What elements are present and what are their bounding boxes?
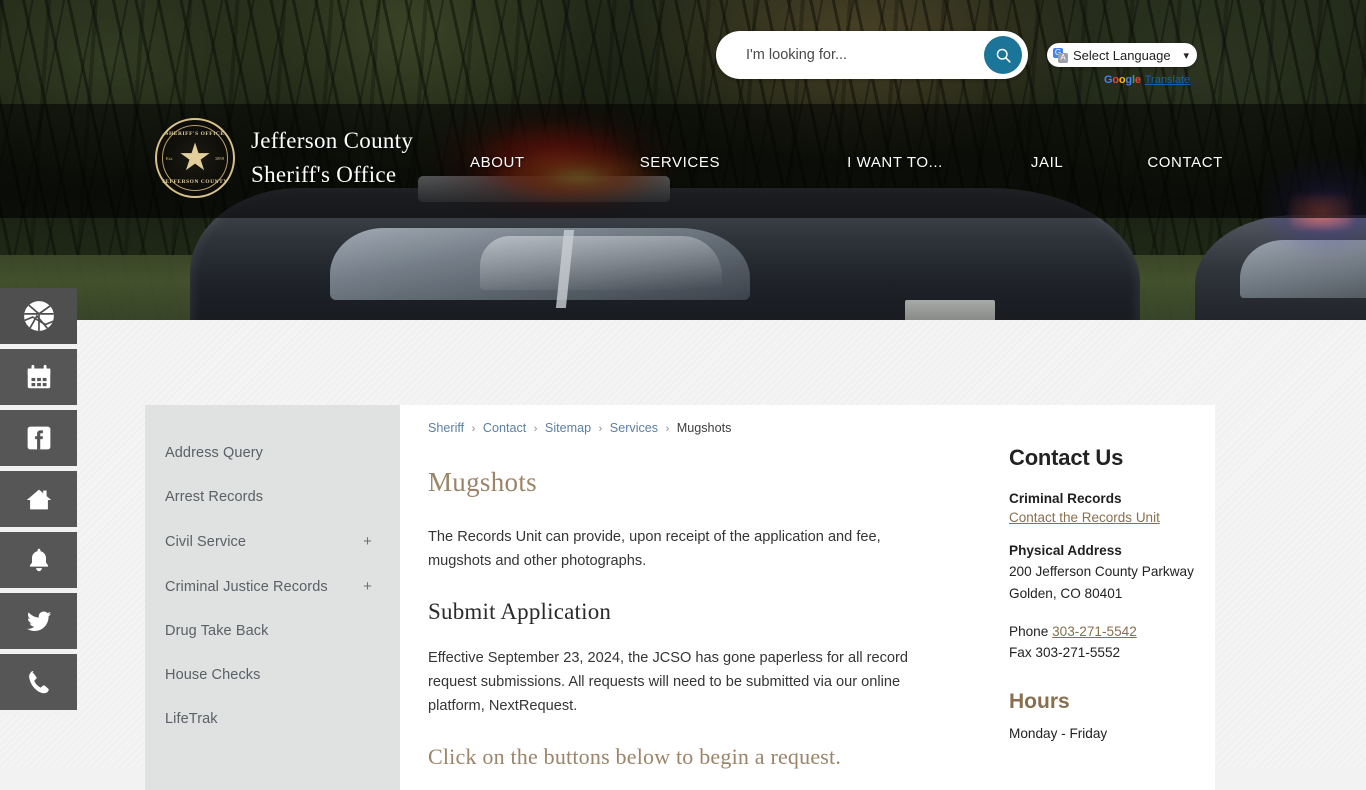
google-wordmark: Google (1104, 74, 1141, 86)
twitter-icon (24, 606, 54, 636)
brand-title: Jefferson County Sheriff's Office (251, 124, 413, 192)
main-navigation[interactable]: ABOUT SERVICES I WANT TO... JAIL CONTACT (470, 154, 1223, 171)
license-plate (905, 300, 995, 320)
sidebar-item-address-query[interactable]: Address Query (145, 431, 400, 475)
rail-item-notify[interactable] (0, 532, 77, 593)
phone-row: Phone 303-271-5542 (1009, 621, 1197, 643)
contact-panel-title: Contact Us (1009, 445, 1124, 470)
sidebar-item-house-checks[interactable]: House Checks (145, 653, 400, 697)
physical-address-label: Physical Address (1009, 543, 1122, 558)
social-rail[interactable] (0, 288, 77, 715)
seal-bottom-text: JEFFERSON COUNTY (162, 179, 228, 185)
address-line-2: Golden, CO 80401 (1009, 585, 1123, 601)
contact-panel: Contact Us Criminal Records Contact the … (997, 405, 1215, 790)
police-car-window (330, 228, 750, 300)
rail-item-twitter[interactable] (0, 593, 77, 654)
fax-line: Fax 303-271-5552 (1009, 645, 1121, 661)
search-bar[interactable] (716, 31, 1028, 79)
seal-established: Est. 1859 (157, 156, 233, 161)
facebook-icon (25, 424, 53, 452)
hero-banner: GA Select Language ▾ Google Translate SH… (0, 0, 1366, 320)
breadcrumb-item-sheriff[interactable]: Sheriff (428, 421, 464, 435)
hours-line-1: Monday - Friday (1009, 726, 1108, 741)
expand-icon[interactable]: + (363, 578, 378, 595)
phone-icon (25, 668, 53, 696)
paperless-paragraph: Effective September 23, 2024, the JCSO h… (428, 650, 908, 714)
content-area: Address Query Arrest Records Civil Servi… (145, 405, 1215, 790)
brand-block[interactable]: SHERIFF'S OFFICE ★ Est. 1859 JEFFERSON C… (155, 118, 413, 198)
sidebar-item-label: Arrest Records (165, 489, 264, 505)
rail-item-phone[interactable] (0, 654, 77, 715)
bell-icon (25, 546, 53, 574)
brand-title-line-1: Jefferson County (251, 127, 414, 153)
brand-title-line-2: Sheriff's Office (251, 162, 397, 187)
nav-item-contact[interactable]: CONTACT (1147, 154, 1223, 171)
search-button[interactable] (984, 36, 1022, 74)
sidebar-item-criminal-justice-records[interactable]: Criminal Justice Records + (145, 564, 400, 609)
breadcrumb-item-sitemap[interactable]: Sitemap (545, 421, 591, 435)
sidebar-item-civil-service[interactable]: Civil Service + (145, 519, 400, 564)
rail-item-map[interactable] (0, 288, 77, 349)
breadcrumb-item-services[interactable]: Services (610, 421, 658, 435)
sidebar-item-label: Address Query (165, 445, 264, 461)
sidebar-item-label: Civil Service (165, 533, 247, 550)
breadcrumb-separator: › (471, 423, 476, 435)
calendar-icon (24, 362, 54, 392)
breadcrumb-separator: › (533, 423, 538, 435)
map-icon (22, 299, 56, 333)
sidebar-item-arrest-records[interactable]: Arrest Records (145, 475, 400, 519)
rail-item-house[interactable] (0, 471, 77, 532)
chevron-down-icon: ▾ (1183, 49, 1189, 62)
search-icon (995, 47, 1012, 64)
expand-icon[interactable]: + (363, 533, 378, 550)
sidebar-item-label: House Checks (165, 667, 261, 683)
sidebar-item-label: Drug Take Back (165, 623, 269, 639)
page-title: Mugshots (428, 467, 537, 497)
sidebar-item-label: LifeTrak (165, 711, 218, 727)
google-translate-icon: GA (1053, 47, 1068, 63)
nav-item-about[interactable]: ABOUT (470, 154, 525, 171)
breadcrumb-separator: › (665, 423, 670, 435)
house-icon (24, 484, 54, 514)
phone-label: Phone (1009, 623, 1049, 639)
breadcrumb[interactable]: Sheriff › Contact › Sitemap › Services ›… (428, 421, 967, 435)
records-unit-link[interactable]: Contact the Records Unit (1009, 510, 1160, 525)
seal-est-right: 1859 (214, 155, 224, 161)
section-sidebar-menu[interactable]: Address Query Arrest Records Civil Servi… (145, 405, 400, 790)
rail-item-facebook[interactable] (0, 410, 77, 471)
nav-item-i-want-to[interactable]: I WANT TO... (847, 154, 943, 171)
rail-item-calendar[interactable] (0, 349, 77, 410)
submit-application-heading: Submit Application (428, 599, 612, 625)
phone-number-link[interactable]: 303-271-5542 (1052, 624, 1137, 639)
breadcrumb-item-current: Mugshots (676, 421, 732, 435)
main-article: Sheriff › Contact › Sitemap › Services ›… (400, 405, 997, 790)
language-select-label: Select Language (1073, 47, 1171, 63)
translate-link[interactable]: Translate (1145, 75, 1190, 86)
google-translate-credit: Google Translate (1104, 75, 1190, 86)
request-instructions-heading: Click on the buttons below to begin a re… (428, 744, 842, 770)
address-line-1: 200 Jefferson County Parkway (1009, 564, 1194, 579)
sidebar-item-lifetrak[interactable]: LifeTrak (145, 697, 400, 741)
nav-item-services[interactable]: SERVICES (640, 154, 720, 171)
breadcrumb-item-contact[interactable]: Contact (483, 421, 526, 435)
hours-title: Hours (1009, 690, 1070, 713)
seal-est-left: Est. (166, 155, 174, 161)
breadcrumb-separator: › (598, 423, 603, 435)
sheriff-seal-icon: SHERIFF'S OFFICE ★ Est. 1859 JEFFERSON C… (155, 118, 235, 198)
language-select[interactable]: GA Select Language ▾ (1047, 43, 1197, 67)
sidebar-item-drug-take-back[interactable]: Drug Take Back (145, 609, 400, 653)
criminal-records-label: Criminal Records (1009, 491, 1122, 506)
nav-item-jail[interactable]: JAIL (1031, 154, 1063, 171)
intro-paragraph: The Records Unit can provide, upon recei… (428, 529, 881, 569)
sidebar-item-label: Criminal Justice Records (165, 578, 328, 595)
search-input[interactable] (716, 47, 984, 63)
